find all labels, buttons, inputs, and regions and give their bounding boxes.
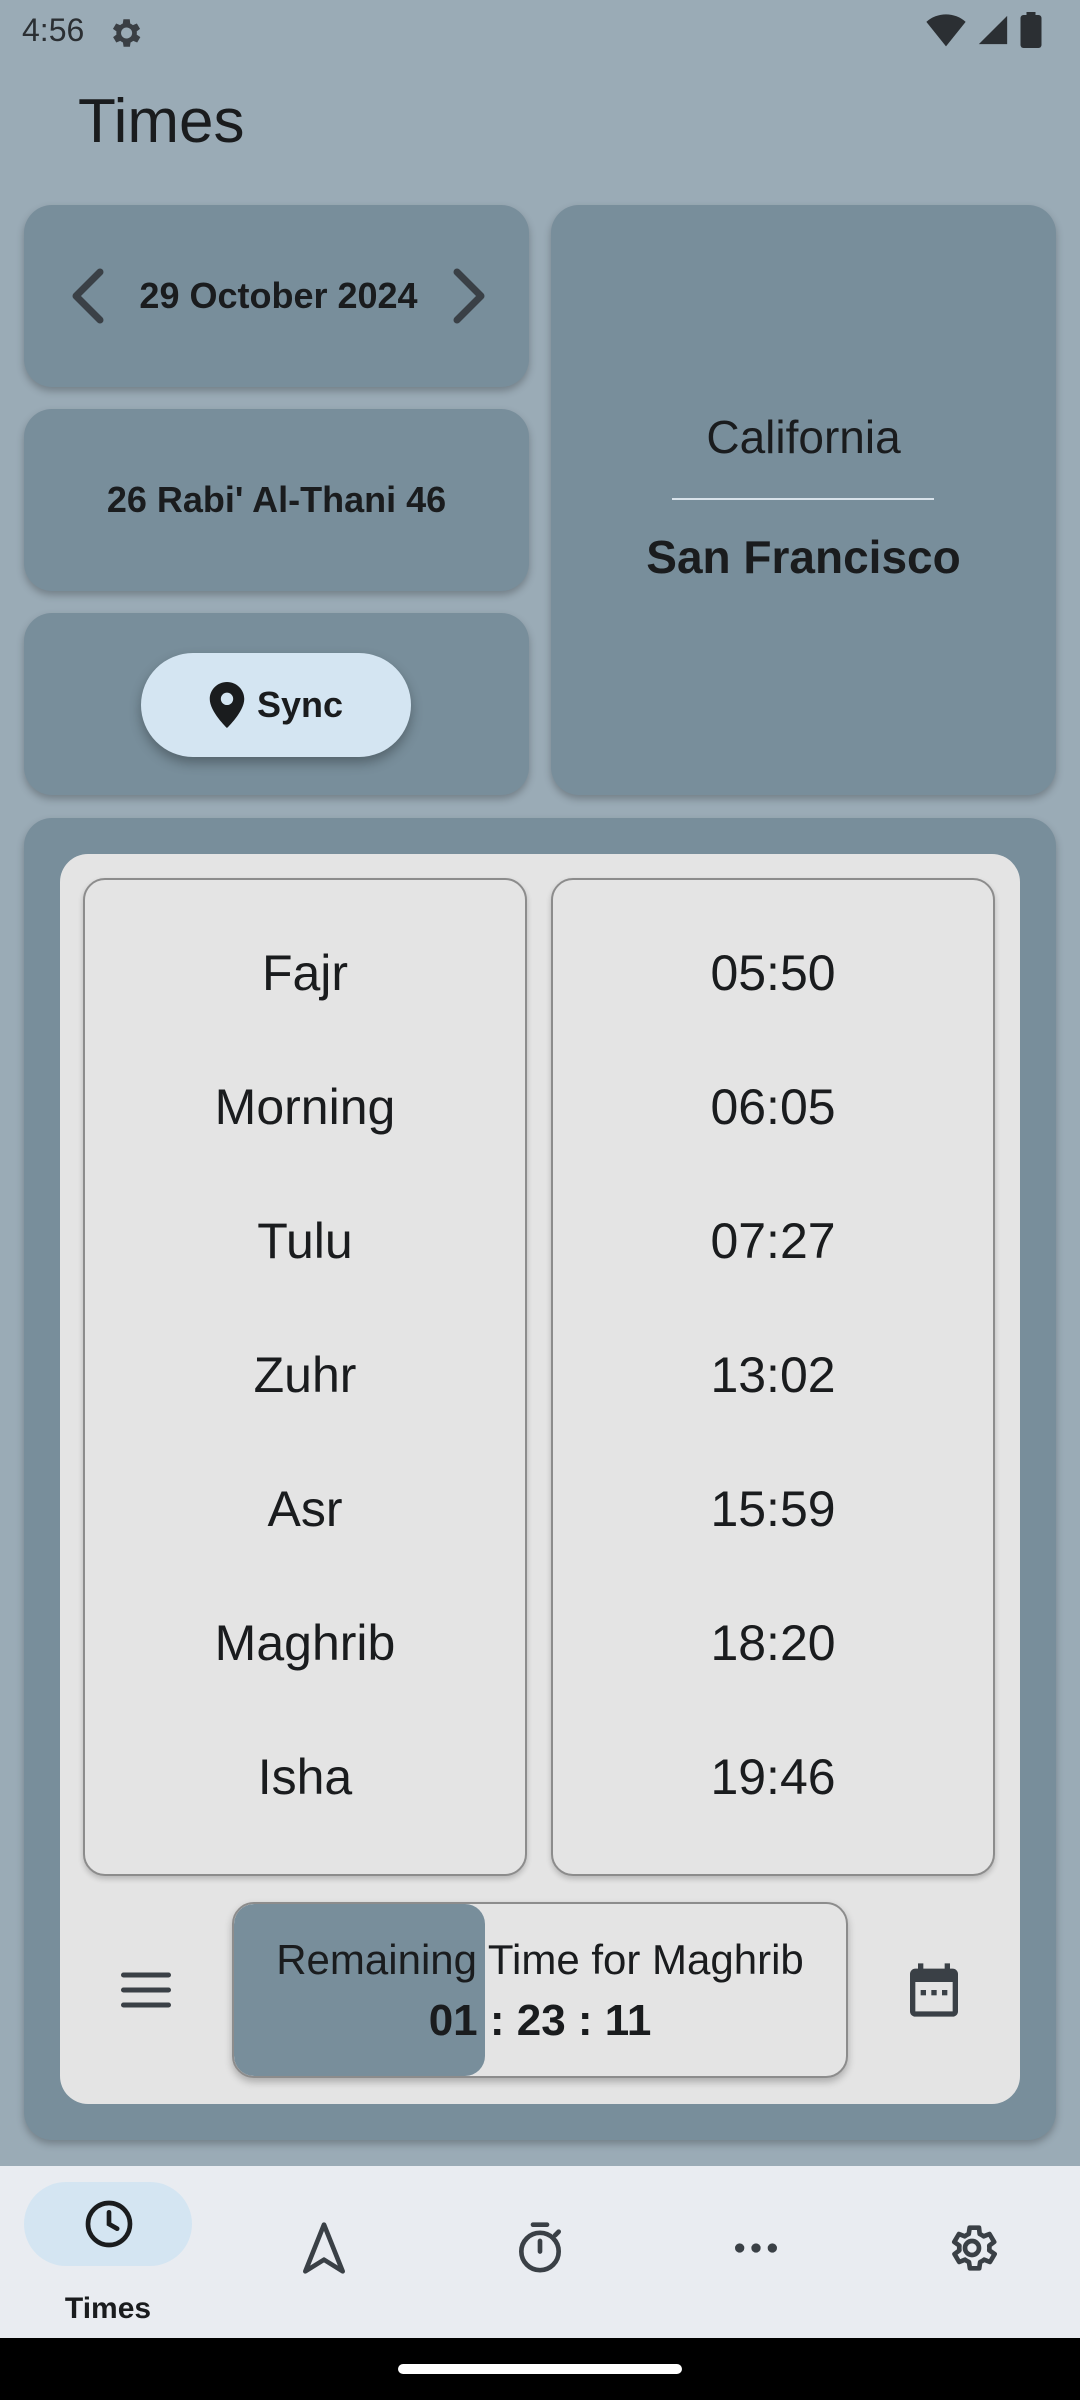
cell-signal-icon: [978, 15, 1008, 45]
location-divider: [672, 498, 934, 500]
more-horizontal-icon: [735, 2243, 777, 2253]
location-pin-icon: [209, 682, 245, 728]
status-bar: 4:56: [0, 0, 1080, 64]
gregorian-date-card: 29 October 2024: [24, 205, 529, 387]
prayer-time-zuhr: 13:02: [710, 1347, 836, 1403]
sync-button[interactable]: Sync: [141, 653, 411, 757]
region-name: California: [706, 411, 901, 463]
nav-item-timer[interactable]: [432, 2166, 648, 2338]
gregorian-date[interactable]: 29 October 2024: [139, 275, 417, 317]
battery-icon: [1020, 12, 1042, 48]
navigation-arrow-icon: [303, 2222, 345, 2274]
hijri-date: 26 Rabi' Al-Thani 46: [106, 479, 447, 520]
remaining-time-label: Remaining Time for Maghrib: [276, 1936, 804, 1983]
prayer-times-card: Fajr Morning Tulu Zuhr Asr Maghrib Isha …: [24, 818, 1056, 2140]
chevron-right-icon[interactable]: [449, 268, 489, 324]
prayer-time-asr: 15:59: [710, 1481, 836, 1537]
nav-label-times: Times: [64, 2292, 152, 2325]
sync-label: Sync: [256, 684, 344, 725]
prayer-name-morning: Morning: [214, 1079, 396, 1135]
prayer-time-tulu: 07:27: [710, 1213, 836, 1269]
sync-card: Sync: [24, 613, 529, 795]
city-name: San Francisco: [646, 531, 961, 583]
nav-item-more[interactable]: [648, 2166, 864, 2338]
system-gesture-bar: [0, 2338, 1080, 2400]
prayer-name-isha: Isha: [257, 1749, 353, 1805]
nav-item-settings[interactable]: [864, 2166, 1080, 2338]
bottom-navigation: Times: [0, 2166, 1080, 2338]
page-title: Times: [78, 87, 245, 156]
wifi-icon: [926, 14, 966, 47]
prayer-name-fajr: Fajr: [261, 945, 349, 1001]
remaining-countdown: 01 : 23 : 11: [428, 1996, 652, 2045]
prayer-time-isha: 19:46: [710, 1749, 836, 1805]
nav-item-times[interactable]: Times: [24, 2166, 240, 2338]
hijri-date-card: 26 Rabi' Al-Thani 46: [24, 409, 529, 591]
prayer-time-fajr: 05:50: [710, 945, 836, 1001]
home-gesture-handle[interactable]: [398, 2364, 682, 2374]
settings-icon: [112, 19, 141, 47]
prayer-time-morning: 06:05: [710, 1079, 836, 1135]
settings-gear-icon: [951, 2225, 997, 2271]
status-time: 4:56: [22, 12, 85, 48]
remaining-time-box: Remaining Time for Maghrib 01 : 23 : 11: [232, 1902, 848, 2078]
prayer-times-panel: Fajr Morning Tulu Zuhr Asr Maghrib Isha …: [60, 854, 1020, 2104]
calendar-icon[interactable]: [902, 1958, 966, 2022]
prayer-name-asr: Asr: [267, 1481, 343, 1537]
chevron-left-icon[interactable]: [68, 268, 108, 324]
prayer-names-column: Fajr Morning Tulu Zuhr Asr Maghrib Isha: [83, 878, 527, 1876]
clock-icon: [85, 2200, 133, 2248]
location-card[interactable]: California San Francisco: [551, 205, 1056, 795]
stopwatch-icon: [519, 2222, 561, 2273]
prayer-name-tulu: Tulu: [257, 1213, 353, 1269]
prayer-name-maghrib: Maghrib: [214, 1615, 396, 1671]
nav-item-qibla[interactable]: [216, 2166, 432, 2338]
prayer-name-zuhr: Zuhr: [253, 1347, 357, 1403]
remaining-progress-fill: [234, 1904, 485, 2076]
prayer-time-maghrib: 18:20: [710, 1615, 836, 1671]
prayer-times-column: 05:50 06:05 07:27 13:02 15:59 18:20 19:4…: [551, 878, 995, 1876]
menu-icon[interactable]: [116, 1960, 176, 2020]
